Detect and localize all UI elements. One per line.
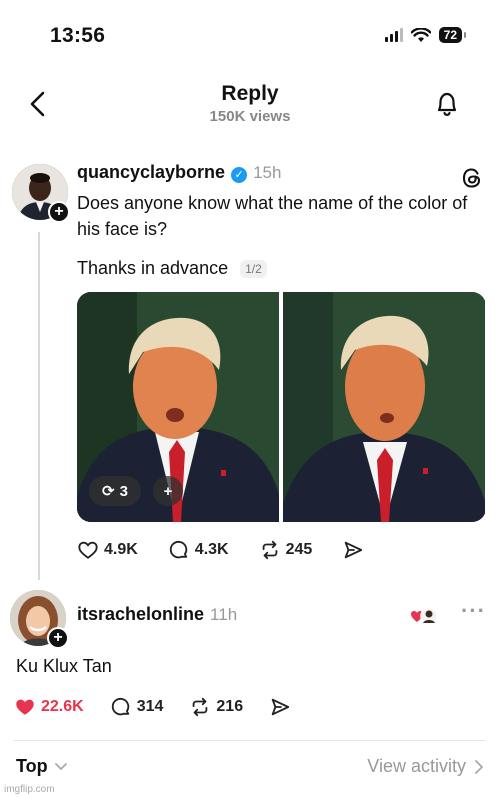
media-gallery[interactable]: ⟳ 3 + [77, 292, 486, 522]
comment-icon [169, 540, 188, 559]
signal-icon [384, 28, 403, 42]
like-button[interactable]: 4.9K [77, 539, 138, 561]
share-icon [271, 698, 290, 716]
post-text-thanks: Thanks in advance [77, 258, 229, 278]
post-time: 15h [253, 163, 282, 182]
view-activity-link[interactable]: View activity [367, 756, 484, 777]
page-title: Reply [221, 82, 279, 105]
more-options-icon[interactable]: ··· [461, 598, 486, 624]
share-icon [345, 541, 363, 559]
add-media-button[interactable]: + [153, 476, 183, 506]
wifi-icon [410, 27, 431, 42]
reply-comment-button[interactable]: 314 [110, 696, 164, 718]
battery-indicator: 72 [438, 27, 467, 43]
like-count: 4.9K [104, 541, 138, 558]
sort-dropdown[interactable]: Top [16, 756, 68, 777]
divider [14, 740, 486, 741]
sort-label: Top [16, 756, 48, 776]
chevron-right-icon [475, 759, 484, 774]
status-icons: 72 [384, 27, 467, 43]
verified-badge-icon: ✓ [231, 167, 248, 183]
post-photo-second[interactable] [283, 292, 485, 522]
watermark: imgflip.com [4, 784, 55, 795]
reply-header: itsrachelonline 11h [77, 604, 237, 625]
reply-follow-button[interactable]: + [47, 627, 69, 649]
status-bar: 13:56 72 [0, 0, 500, 70]
repost-button[interactable]: 245 [259, 539, 313, 561]
post-text: Does anyone know what the name of the co… [77, 193, 468, 239]
reply-text: Ku Klux Tan [16, 656, 112, 676]
reply-comment-count: 314 [136, 698, 164, 715]
post-header: quancyclayborne ✓ 15h [77, 162, 281, 183]
heart-icon [78, 541, 98, 559]
post-photo[interactable]: ⟳ 3 + [77, 292, 279, 522]
view-count: 150K views [209, 108, 291, 125]
reply-time: 11h [210, 605, 238, 624]
post-text-secondary: Thanks in advance 1/2 [77, 258, 267, 279]
share-button[interactable] [342, 539, 364, 561]
reaction-avatars-icon [411, 607, 438, 625]
repost-icon [193, 697, 208, 717]
repost-small-icon: ⟳ [102, 483, 115, 500]
repost-count: 3 [119, 482, 128, 500]
heart-filled-icon [16, 699, 34, 715]
repost-count-pill[interactable]: ⟳ 3 [89, 476, 141, 506]
view-activity-label: View activity [367, 756, 466, 776]
thread-line [38, 232, 40, 580]
comment-count: 4.3K [194, 541, 229, 558]
chevron-down-icon [54, 762, 67, 770]
status-time: 13:56 [50, 24, 106, 47]
follow-button[interactable]: + [48, 201, 70, 223]
reply-like-count: 22.6K [41, 698, 84, 715]
reply-repost-count: 216 [216, 698, 244, 715]
reply-share-button[interactable] [269, 696, 291, 718]
reply-repost-button[interactable]: 216 [189, 696, 243, 718]
post-actions: 4.9K 4.3K 245 [77, 539, 394, 561]
reply-username[interactable]: itsrachelonline [77, 604, 204, 625]
nav-header: Reply 150K views [0, 78, 500, 134]
page-indicator-badge: 1/2 [240, 259, 267, 278]
reply-like-button[interactable]: 22.6K [14, 696, 84, 718]
repost-count-main: 245 [285, 541, 313, 558]
bell-icon[interactable] [434, 90, 460, 118]
comment-button[interactable]: 4.3K [168, 539, 229, 561]
threads-logo-icon [462, 168, 481, 188]
repost-icon [262, 540, 277, 560]
bottom-bar: Top View activity [0, 752, 500, 782]
reply-actions: 22.6K 314 216 [14, 696, 317, 718]
post-username[interactable]: quancyclayborne [77, 162, 225, 183]
comment-icon [111, 697, 129, 716]
